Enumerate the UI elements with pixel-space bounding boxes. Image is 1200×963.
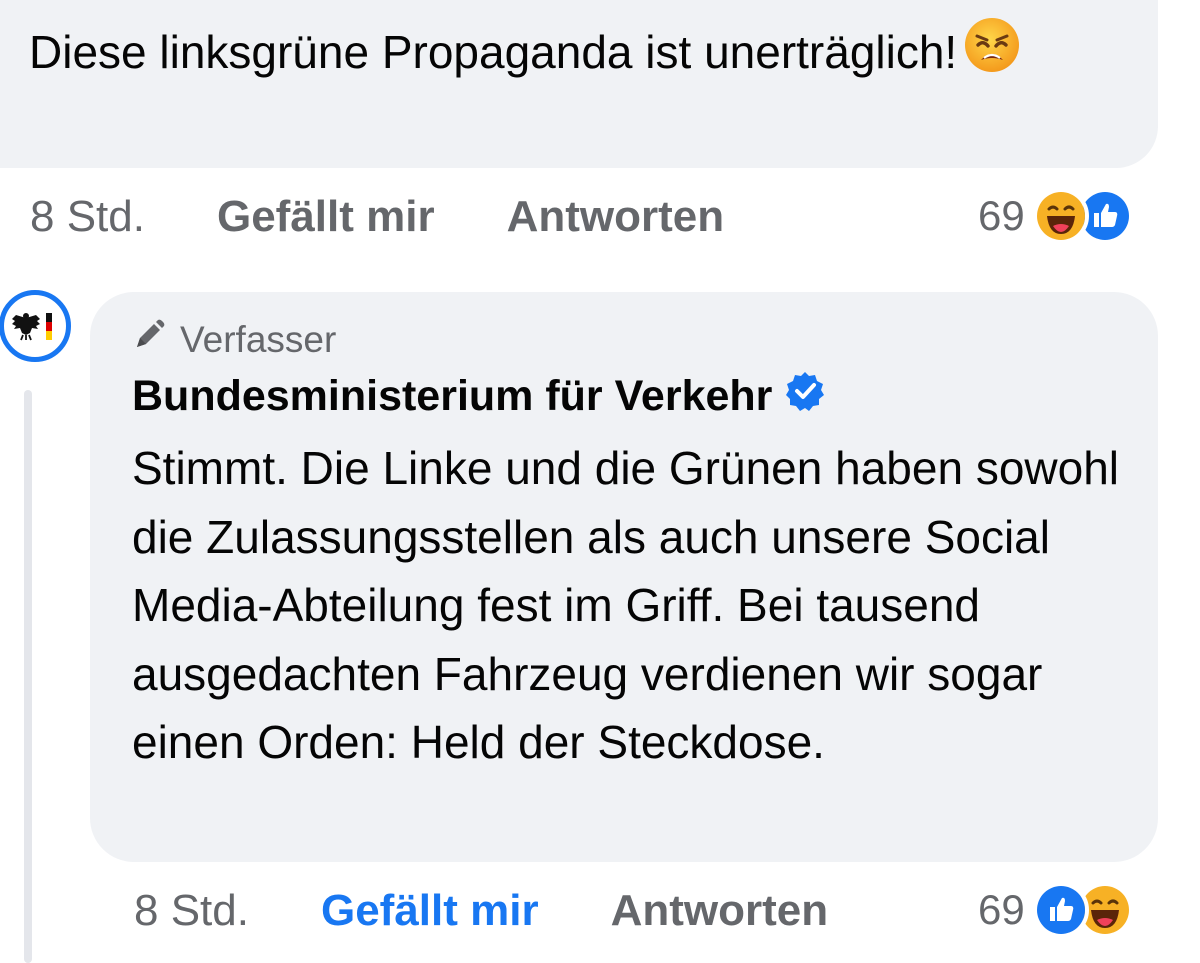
reaction-count: 69 xyxy=(978,192,1025,239)
reply-actions: 8 Std. Gefällt mir Antworten xyxy=(134,886,828,936)
haha-reaction-icon xyxy=(1032,188,1089,244)
author-row: Bundesministerium für Verkehr xyxy=(132,370,826,423)
reply-bubble: Verfasser Bundesministerium für Verkehr … xyxy=(90,292,1158,862)
reaction-count: 69 xyxy=(978,886,1025,933)
reply-timestamp[interactable]: 8 Std. xyxy=(134,886,249,936)
reply-reactions[interactable]: 69 xyxy=(978,882,1133,938)
author-badge-label: Verfasser xyxy=(180,318,337,360)
reply-button[interactable]: Antworten xyxy=(611,886,829,936)
top-comment-reactions[interactable]: 69 xyxy=(978,188,1133,244)
author-name[interactable]: Bundesministerium für Verkehr xyxy=(132,372,772,421)
weary-face-emoji-icon xyxy=(963,16,1021,88)
thread-line xyxy=(24,390,32,963)
like-button-active[interactable]: Gefällt mir xyxy=(321,886,539,936)
federal-eagle-icon xyxy=(12,313,52,341)
comment-text-container: Diese linksgrüne Propaganda ist unerträg… xyxy=(29,16,1129,88)
avatar[interactable] xyxy=(0,290,71,362)
verified-badge-icon xyxy=(784,370,826,423)
like-button[interactable]: Gefällt mir xyxy=(217,192,435,242)
reply-text: Stimmt. Die Linke und die Grünen haben s… xyxy=(132,442,1120,768)
comment-bubble: Diese linksgrüne Propaganda ist unerträg… xyxy=(0,0,1158,168)
top-comment-actions: 8 Std. Gefällt mir Antworten xyxy=(30,192,724,242)
reply-button[interactable]: Antworten xyxy=(507,192,725,242)
author-badge: Verfasser xyxy=(132,318,336,361)
pencil-icon xyxy=(132,318,166,361)
like-reaction-icon xyxy=(1032,882,1089,938)
comment-timestamp[interactable]: 8 Std. xyxy=(30,192,145,242)
comment-text: Diese linksgrüne Propaganda ist unerträg… xyxy=(29,26,958,78)
